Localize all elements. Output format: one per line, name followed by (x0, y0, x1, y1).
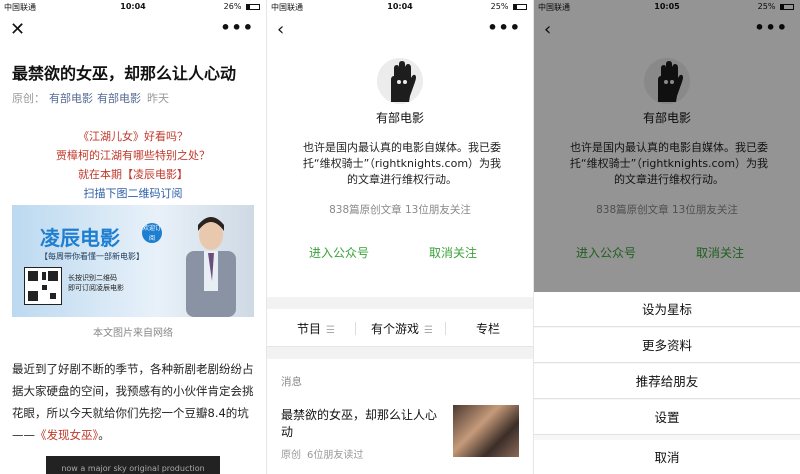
recommend-to-friend-option[interactable]: 推荐给朋友 (534, 364, 800, 399)
original-tag: 原创 (281, 450, 301, 461)
hamburger-icon: ☰ (326, 325, 335, 336)
banner-hint: 长按识别二维码 即可订阅凌辰电影 (68, 273, 124, 293)
action-sheet: 设为星标 更多资料 推荐给朋友 设置 取消 (534, 292, 800, 474)
enter-account-button[interactable]: 进入公众号 (309, 244, 369, 261)
promo-line: 就在本期【凌辰电影】 (78, 168, 188, 181)
banner-hint-line: 长按识别二维码 (68, 274, 117, 282)
cancel-button[interactable]: 取消 (534, 440, 800, 474)
publish-date: 昨天 (147, 92, 169, 105)
banner-subtitle: 【每周带你看懂一部新电影】 (40, 252, 144, 261)
image-caption: 本文图片来自网络 (93, 328, 173, 339)
profile-screen: 中国联通 10:04 25% ‹ ••• 有部电影 也许是国内最认真的电影自媒体… (267, 0, 533, 474)
message-meta: 原创 6位朋友读过 (281, 446, 363, 461)
message-thumbnail[interactable] (453, 405, 519, 457)
status-bar: 中国联通 10:04 26% (0, 0, 266, 14)
messages-header: 消息 (281, 376, 302, 388)
set-star-option[interactable]: 设为星标 (534, 292, 800, 327)
more-info-option[interactable]: 更多资料 (534, 328, 800, 363)
hand-logo-icon (377, 58, 423, 104)
promo-banner-image[interactable]: 凌辰电影 欢迎订阅 【每周带你看懂一部新电影】 长按识别二维码 即可订阅凌辰电影 (12, 205, 254, 317)
person-photo-icon (186, 217, 236, 317)
menu-item-label: 专栏 (476, 322, 501, 336)
menu-divider (355, 322, 356, 335)
profile-action-sheet-screen: 中国联通 10:05 25% ‹ ••• 有部电影 也许是国内最认真的电影自媒体… (534, 0, 800, 474)
article-body: 最近到了好剧不断的季节，各种新剧老剧纷纷占据大家硬盘的空间，我预感有的小伙伴肯定… (12, 358, 256, 446)
article-title: 最禁欲的女巫，却那么让人心动 (12, 64, 237, 83)
unfollow-button[interactable]: 取消关注 (429, 244, 477, 261)
battery-percent: 25% (490, 2, 509, 11)
section-separator (267, 297, 533, 309)
avatar[interactable] (377, 58, 423, 104)
hamburger-icon: ☰ (424, 325, 433, 336)
more-dots-icon[interactable]: ••• (220, 18, 254, 37)
banner-hint-line: 即可订阅凌辰电影 (68, 284, 124, 292)
message-title[interactable]: 最禁欲的女巫，却那么让人心动 (281, 407, 441, 441)
battery-indicator: 26% (224, 2, 260, 11)
nav-bar: ✕ ••• (0, 18, 266, 44)
promo-line: 扫描下图二维码订阅 (83, 187, 183, 200)
menu-item-columns[interactable]: 专栏 (476, 320, 500, 337)
banner-title: 凌辰电影 (40, 226, 120, 250)
menu-item-label: 有个游戏 (371, 322, 420, 336)
account-name: 有部电影 (375, 111, 424, 125)
original-label: 原创： (12, 92, 45, 105)
movie-link[interactable]: 《发现女巫》 (35, 428, 98, 442)
article-meta: 原创： 有部电影 有部电影 昨天 (12, 90, 169, 106)
promo-line: 《江湖儿女》好看吗？ (78, 130, 188, 143)
menu-item-label: 节目 (297, 322, 322, 336)
close-icon[interactable]: ✕ (10, 20, 25, 40)
account-link[interactable]: 有部电影 (97, 92, 141, 105)
section-separator (267, 347, 533, 359)
menu-item-programs[interactable]: 节目 ☰ (297, 320, 335, 337)
promo-block: 《江湖儿女》好看吗？ 贾樟柯的江湖有哪些特别之处？ 就在本期【凌辰电影】 扫描下… (0, 127, 266, 203)
battery-indicator: 25% (491, 2, 527, 11)
author-link[interactable]: 有部电影 (49, 92, 93, 105)
account-description: 也许是国内最认真的电影自媒体。我已委托“维权骑士”（rightknights.c… (302, 141, 502, 186)
settings-option[interactable]: 设置 (534, 400, 800, 435)
battery-icon (246, 3, 260, 10)
article-screen: 中国联通 10:04 26% ✕ ••• 最禁欲的女巫，却那么让人心动 原创： 有… (0, 0, 266, 474)
promo-line: 贾樟柯的江湖有哪些特别之处？ (56, 149, 210, 162)
account-stats: 838篇原创文章 13位朋友关注 (329, 204, 471, 216)
status-bar: 中国联通 10:04 25% (267, 0, 533, 14)
menu-divider (445, 322, 446, 335)
banner-badge: 欢迎订阅 (142, 223, 162, 243)
nav-bar: ‹ ••• (267, 18, 533, 44)
body-text-end: 。 (98, 428, 110, 442)
more-dots-icon[interactable]: ••• (487, 18, 521, 37)
battery-percent: 26% (223, 2, 242, 11)
battery-icon (513, 3, 527, 10)
menu-item-game[interactable]: 有个游戏 ☰ (371, 320, 433, 337)
video-thumbnail[interactable]: now a major sky original production (46, 456, 220, 474)
qr-code-icon (24, 267, 62, 305)
back-chevron-icon[interactable]: ‹ (277, 20, 284, 40)
account-menu-bar: 节目 ☰ 有个游戏 ☰ 专栏 (267, 309, 533, 347)
read-count: 6位朋友读过 (307, 450, 364, 461)
